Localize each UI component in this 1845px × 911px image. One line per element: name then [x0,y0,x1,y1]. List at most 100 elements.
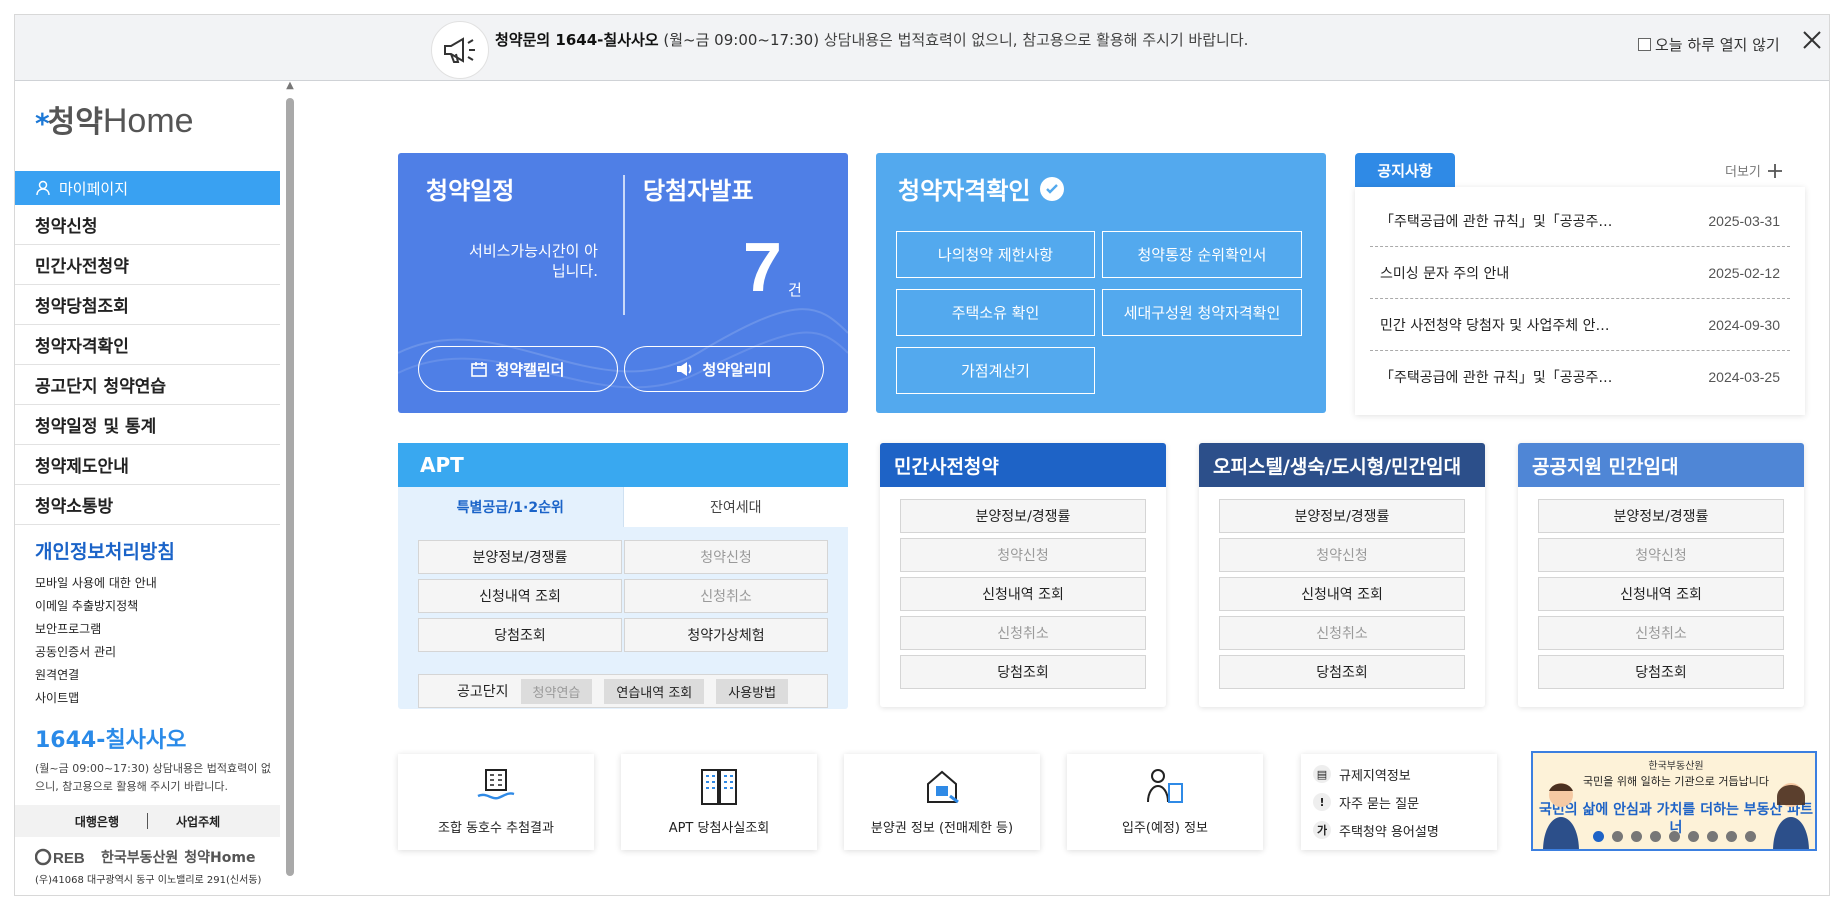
cat2-history-button[interactable]: 신청내역 조회 [1219,577,1465,611]
dont-show-today-checkbox[interactable]: 오늘 하루 열지 않기 [1638,34,1780,55]
cat2-winner-button[interactable]: 당첨조회 [1219,655,1465,689]
sidebar-item-apply[interactable]: 청약신청 [15,205,280,245]
cat3-apply-button[interactable]: 청약신청 [1538,538,1784,572]
carousel-dot[interactable] [1726,831,1737,842]
checkbox-box[interactable] [1638,38,1651,51]
sidebar-item-eligibility[interactable]: 청약자격확인 [15,325,280,365]
cat1-apply-button[interactable]: 청약신청 [900,538,1146,572]
sidebar-item-system-guide[interactable]: 청약제도안내 [15,445,280,485]
notice-item-date: 2025-03-31 [1708,212,1780,229]
policy-link-sitemap[interactable]: 사이트맵 [35,687,275,710]
household-eligibility-button[interactable]: 세대구성원 청약자격확인 [1102,289,1302,336]
practice-pill[interactable]: 청약연습 [520,678,593,704]
notice-message: 청약문의 1644-칠사사오 (월~금 09:00~17:30) 상담내용은 법… [495,29,1248,50]
apt-winner-button[interactable]: 당첨조회 [418,618,622,652]
carousel-dot[interactable] [1688,831,1699,842]
eligibility-title[interactable]: 청약자격확인 [898,171,1030,206]
apt-history-button[interactable]: 신청내역 조회 [418,579,622,613]
scroll-up-icon[interactable]: ▲ [285,80,295,91]
building-hand-icon [477,769,515,800]
link-regulated-areas[interactable]: ▤ 규제지역정보 [1313,760,1485,788]
policy-link-remote[interactable]: 원격연결 [35,664,275,687]
cat1-history-button[interactable]: 신청내역 조회 [900,577,1146,611]
operator-link[interactable]: 사업주체 [176,813,220,830]
bank-link[interactable]: 대행은행 [75,813,119,830]
score-calculator-button[interactable]: 가점계산기 [896,347,1095,394]
notice-item[interactable]: 스미싱 문자 주의 안내 2025-02-12 [1370,247,1790,299]
policy-link-cert[interactable]: 공동인증서 관리 [35,641,275,664]
privacy-policy-link[interactable]: 개인정보처리방침 [35,537,275,564]
house-document-icon [927,770,959,804]
cat3-sale-info-button[interactable]: 분양정보/경쟁률 [1538,499,1784,533]
apt-cancel-button[interactable]: 신청취소 [624,579,828,613]
close-icon[interactable] [1801,29,1823,51]
cat3-winner-button[interactable]: 당첨조회 [1538,655,1784,689]
tab-remaining-units[interactable]: 잔여세대 [622,487,848,527]
notices-list: 「주택공급에 관한 규칙」및「공공주… 2025-03-31 스미싱 문자 주의 … [1355,187,1805,415]
link-label: 자주 묻는 질문 [1339,796,1420,812]
house-ownership-button[interactable]: 주택소유 확인 [896,289,1095,336]
mypage-link[interactable]: 마이페이지 [15,171,280,205]
cat1-sale-info-button[interactable]: 분양정보/경쟁률 [900,499,1146,533]
cat1-cancel-button[interactable]: 신청취소 [900,616,1146,650]
usage-pill[interactable]: 사용방법 [716,678,789,704]
apt-apply-button[interactable]: 청약신청 [624,540,828,574]
carousel-dot[interactable] [1612,831,1623,842]
sidebar-item-winner-check[interactable]: 청약당첨조회 [15,285,280,325]
notice-item[interactable]: 「주택공급에 관한 규칙」및「공공주… 2025-03-31 [1370,195,1790,247]
cat1-winner-button[interactable]: 당첨조회 [900,655,1146,689]
private-preapply-panel: 민간사전청약 분양정보/경쟁률 청약신청 신청내역 조회 신청취소 당첨조회 [880,443,1166,707]
notice-item[interactable]: 「주택공급에 관한 규칙」및「공공주… 2024-03-25 [1370,351,1790,403]
policy-link-email[interactable]: 이메일 추출방지정책 [35,595,275,618]
sidebar-item-practice[interactable]: 공고단지 청약연습 [15,365,280,405]
policy-link-security[interactable]: 보안프로그램 [35,618,275,641]
carousel-dot[interactable] [1650,831,1661,842]
sidebar-scrollbar[interactable]: ▲ [285,80,295,895]
policy-link-mobile[interactable]: 모바일 사용에 대한 안내 [35,572,275,595]
cat3-cancel-button[interactable]: 신청취소 [1538,616,1784,650]
carousel-dot[interactable] [1669,831,1680,842]
tab-special-supply[interactable]: 특별공급/1·2순위 [398,487,623,527]
cat2-sale-info-button[interactable]: 분양정보/경쟁률 [1219,499,1465,533]
notices-tab[interactable]: 공지사항 [1355,153,1455,187]
link-faq[interactable]: ! 자주 묻는 질문 [1313,788,1485,816]
winners-count-unit: 건 [788,281,802,299]
officetel-panel: 오피스텔/생숙/도시형/민간임대 분양정보/경쟁률 청약신청 신청내역 조회 신… [1199,443,1485,707]
carousel-dots [1593,831,1756,842]
quick-union-lottery[interactable]: 조합 동호수 추첨결과 [398,754,594,850]
footer-brand-name: 한국부동산원 [101,850,179,866]
schedule-title[interactable]: 청약일정 [426,171,514,206]
apt-virtual-button[interactable]: 청약가상체험 [624,618,828,652]
carousel-dot[interactable] [1745,831,1756,842]
apt-sale-info-button[interactable]: 분양정보/경쟁률 [418,540,622,574]
account-rank-button[interactable]: 청약통장 순위확인서 [1102,231,1302,278]
promo-banner[interactable]: 한국부동산원 국민을 위해 일하는 기관으로 거듭납니다 국민의 삶에 안심과 … [1531,751,1817,851]
scrollbar-thumb[interactable] [286,98,294,876]
sidebar-item-schedule-stats[interactable]: 청약일정 및 통계 [15,405,280,445]
notice-item[interactable]: 민간 사전청약 당첨자 및 사업주체 안… 2024-09-30 [1370,299,1790,351]
link-glossary[interactable]: 가 주택청약 용어설명 [1313,816,1485,844]
quick-move-in-info[interactable]: 입주(예정) 정보 [1067,754,1263,850]
alarm-button[interactable]: 청약알리미 [624,346,824,392]
practice-history-pill[interactable]: 연습내역 조회 [604,678,705,704]
winners-title[interactable]: 당첨자발표 [643,171,753,206]
more-link[interactable]: 더보기 [1725,161,1783,180]
cat2-cancel-button[interactable]: 신청취소 [1219,616,1465,650]
speaker-icon [677,362,692,376]
footer-brand-name2: 청약Home [184,850,256,866]
quick-resale-info[interactable]: 분양권 정보 (전매제한 등) [844,754,1040,850]
cat2-apply-button[interactable]: 청약신청 [1219,538,1465,572]
carousel-dot[interactable] [1631,831,1642,842]
quick-label: APT 당첨사실조회 [668,821,770,836]
notice-item-title: 스미싱 문자 주의 안내 [1380,265,1510,282]
sidebar-item-communication[interactable]: 청약소통방 [15,485,280,525]
calendar-button[interactable]: 청약캘린더 [418,346,618,392]
quick-apt-winner-check[interactable]: APT 당첨사실조회 [621,754,817,850]
logo[interactable]: * 청약 Home [35,104,194,138]
carousel-dot[interactable] [1593,831,1604,842]
winners-count[interactable]: 7 [743,227,782,307]
sidebar-item-private-preapply[interactable]: 민간사전청약 [15,245,280,285]
cat3-history-button[interactable]: 신청내역 조회 [1538,577,1784,611]
carousel-dot[interactable] [1707,831,1718,842]
my-restrictions-button[interactable]: 나의청약 제한사항 [896,231,1095,278]
